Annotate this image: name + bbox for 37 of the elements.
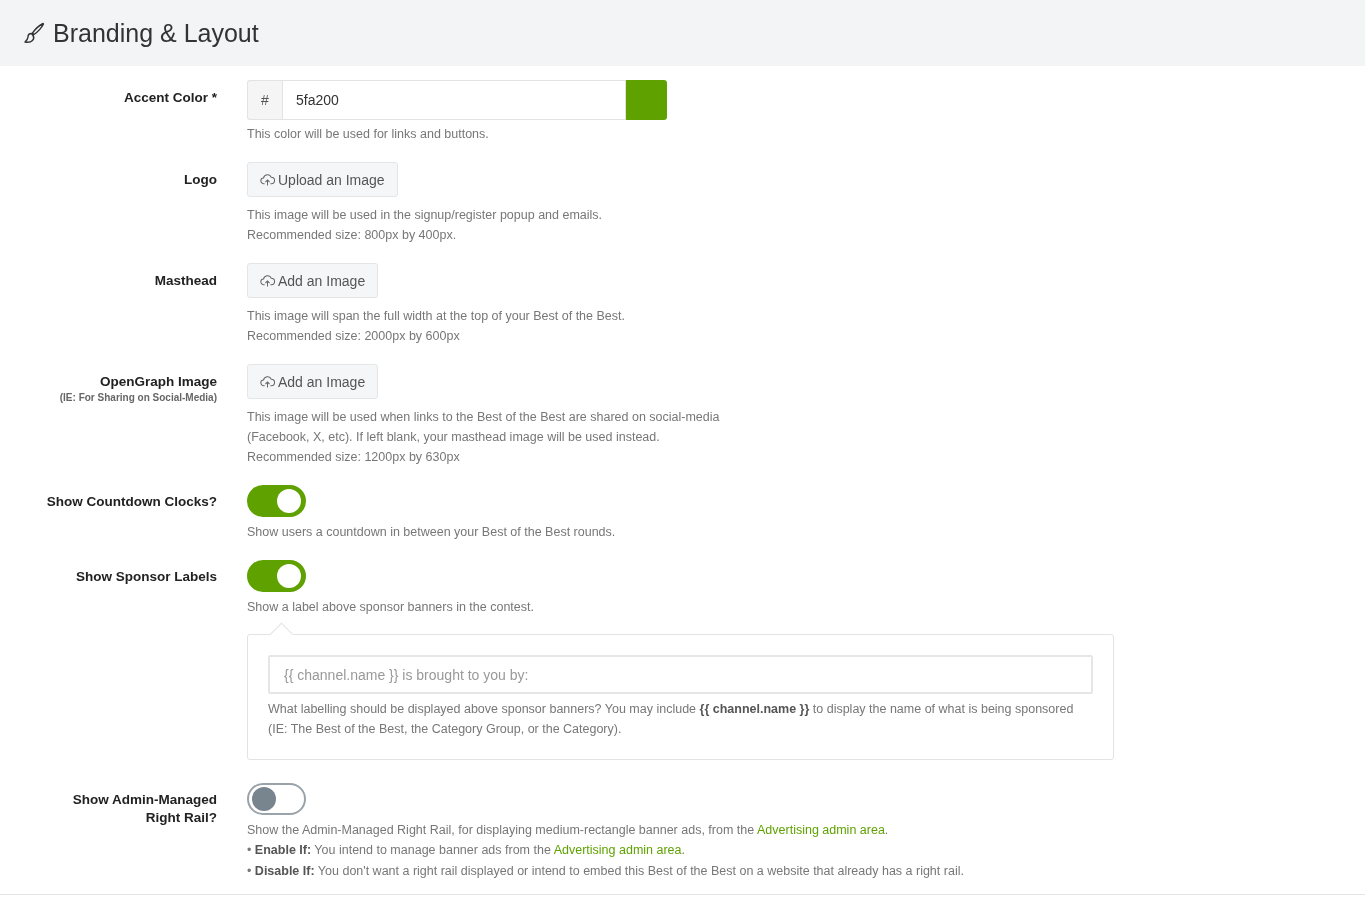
field-sublabel: (IE: For Sharing on Social-Media) [58,392,217,403]
page-title: Branding & Layout [53,18,259,48]
help-text: Show the Admin-Managed Right Rail, for displaying medium-rectangle banner ads, from the Advertising admin area. [247,822,890,839]
field-label: Show Countdown Clocks? [45,493,217,511]
field-label: Show Admin-Managed Right Rail? [71,791,217,827]
help-text: What labelling should be displayed above sponsor banners? You may include {{ channel.name }} to display the name of what is being sponsored (IE: The Best of the Best, the Category Group, or the Category). [268,701,1075,738]
help-text: Show a label above sponsor banners in the contest. [247,599,535,616]
field-label: Logo [183,171,217,189]
upload-button[interactable]: Add an Image [247,263,379,298]
help-text: This image will be used when links to the Best of the Best are shared on social-media [247,409,720,426]
color-input[interactable]: 5fa200 [282,80,626,120]
cloud-upload-icon [260,173,275,186]
upload-button[interactable]: Upload an Image [247,162,398,197]
color-swatch [626,80,667,120]
field-label: Show Sponsor Labels [74,568,217,586]
cloud-upload-icon [260,375,275,388]
field-label: OpenGraph Image [98,373,217,391]
help-text: Recommended size: 2000px by 600px [247,328,461,345]
toggle-switch[interactable] [247,485,306,517]
field-label: Accent Color * [122,89,217,107]
help-text: • Enable If: You intend to manage banner ads from the Advertising admin area. [247,842,686,859]
toggle-switch[interactable] [247,783,306,815]
help-text: This image will span the full width at the top of your Best of the Best. [247,308,625,325]
cloud-upload-icon [260,274,275,287]
help-text: Recommended size: 1200px by 630px [247,449,461,466]
sponsor-label-input[interactable]: {{ channel.name }} is brought to you by: [268,655,1093,694]
help-text: This color will be used for links and buttons. [247,126,490,143]
help-text: This image will be used in the signup/register popup and emails. [247,207,603,224]
field-label: Masthead [153,272,217,290]
toggle-switch[interactable] [247,560,306,592]
upload-button[interactable]: Add an Image [247,364,379,399]
help-text: Show users a countdown in between your Best of the Best rounds. [247,524,616,541]
help-text: • Disable If: You don't want a right rail displayed or intend to embed this Best of the Best on a website that already has a right rail. [247,863,964,880]
brush-icon [22,21,46,45]
help-text: (Facebook, X, etc). If left blank, your masthead image will be used instead. [247,429,661,446]
help-text: Recommended size: 800px by 400px. [247,227,458,244]
hash-prefix: # [247,80,282,120]
